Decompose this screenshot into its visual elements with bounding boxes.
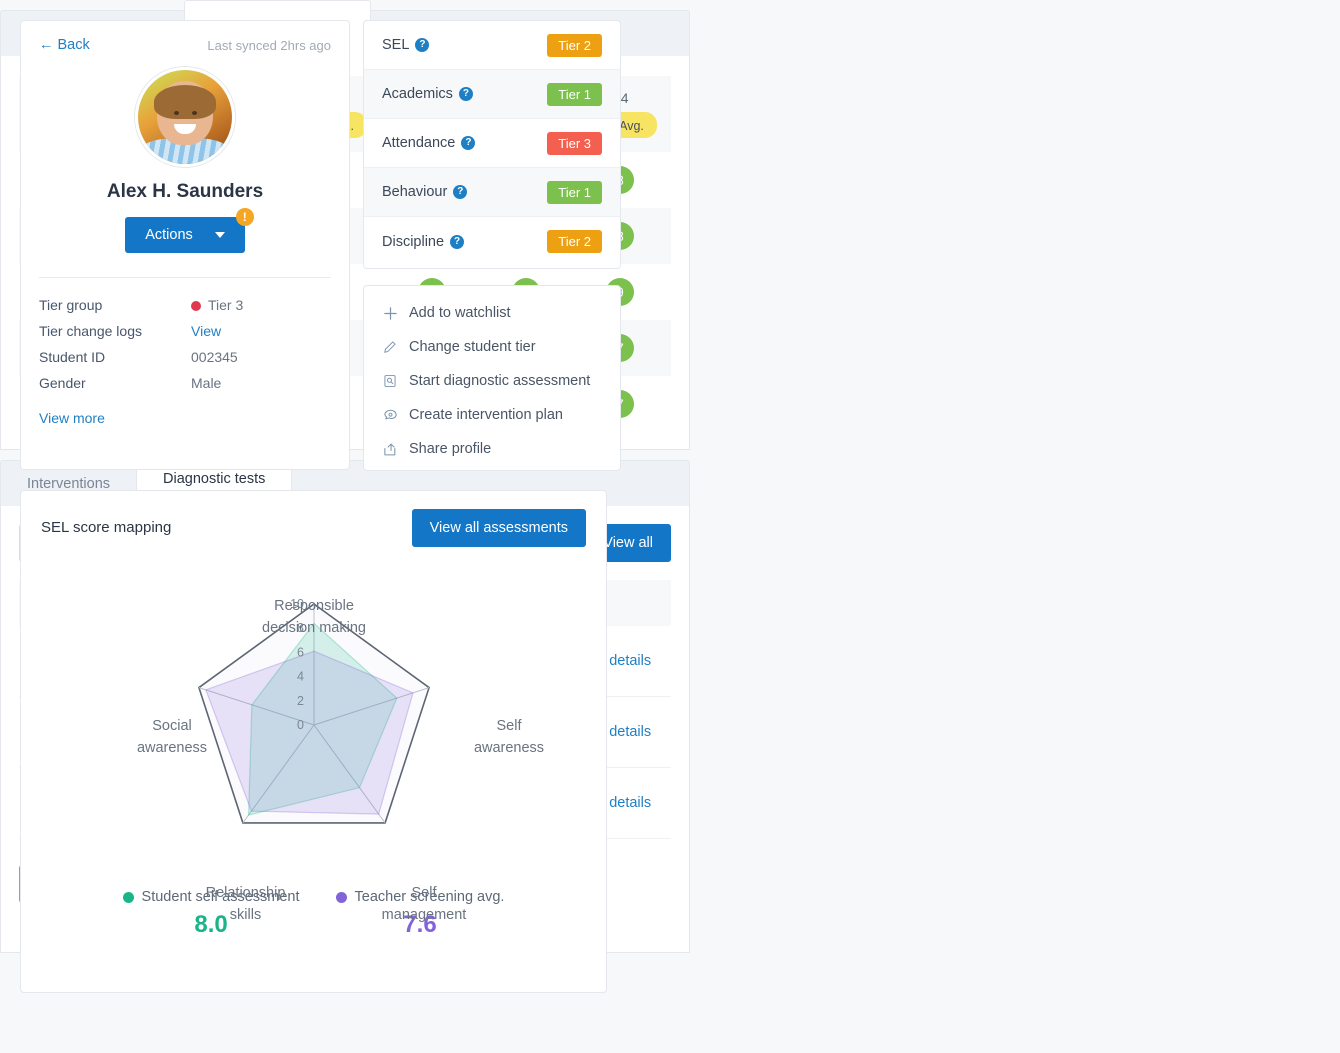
student-meta-list: Tier group Tier 3 Tier change logs View Stud… xyxy=(21,278,349,396)
avatar xyxy=(135,67,235,167)
tier-badge: Tier 1 xyxy=(547,82,602,106)
sel-title: SEL score mapping xyxy=(41,519,172,536)
tier-name: SEL? xyxy=(382,37,430,53)
legend-color-dot xyxy=(122,891,134,903)
quick-action-start-diagnostic-assessment[interactable]: Start diagnostic assessment xyxy=(364,364,620,398)
tier-badge: Tier 2 xyxy=(547,230,602,253)
back-button[interactable]: ← Back xyxy=(39,37,90,53)
view-more-link[interactable]: View more xyxy=(21,396,349,426)
tier-name-label: Attendance xyxy=(382,135,456,151)
svg-text:4: 4 xyxy=(297,670,304,684)
last-synced-text: Last synced 2hrs ago xyxy=(207,37,331,53)
share-icon xyxy=(382,441,398,457)
avatar-container xyxy=(21,67,349,167)
tier-row-attendance[interactable]: Attendance? Tier 3 xyxy=(364,119,620,168)
quick-action-label: Add to watchlist xyxy=(409,305,511,321)
tier-name: Academics? xyxy=(382,86,473,102)
help-icon[interactable]: ? xyxy=(458,87,473,101)
meta-row: Tier change logs View xyxy=(39,318,331,344)
quick-action-label: Share profile xyxy=(409,441,492,457)
radar-axis-label-social-awareness: Social awareness xyxy=(136,718,208,757)
meta-label: Tier group xyxy=(39,297,103,313)
radar-axis-label-relationship-skills: Relationship skills xyxy=(205,885,286,924)
meta-value-text: Male xyxy=(191,375,222,391)
quick-action-label: Change student tier xyxy=(409,339,536,355)
quick-action-label: Start diagnostic assessment xyxy=(409,373,591,389)
tier-name-label: Discipline xyxy=(382,233,445,250)
tier-badge: Tier 2 xyxy=(547,33,602,57)
tier-row-sel[interactable]: SEL? Tier 2 xyxy=(364,21,620,70)
meta-value: Male xyxy=(191,375,221,391)
meta-value-link[interactable]: View xyxy=(191,323,221,339)
tier-badge: Tier 3 xyxy=(547,131,602,155)
quick-action-create-intervention-plan[interactable]: Create intervention plan xyxy=(364,398,620,432)
document-search-icon xyxy=(382,373,398,389)
pencil-icon xyxy=(382,339,398,355)
plus-icon xyxy=(382,305,398,321)
svg-text:6: 6 xyxy=(297,645,304,659)
tier-rows: SEL? Tier 2 Academics? Tier 1 Attendance? Tie… xyxy=(364,21,620,266)
quick-action-change-student-tier[interactable]: Change student tier xyxy=(364,330,620,364)
quick-action-share-profile[interactable]: Share profile xyxy=(364,432,620,466)
back-label: Back xyxy=(57,37,90,53)
actions-button[interactable]: Actions ! xyxy=(125,208,254,253)
meta-value: Tier 3 xyxy=(191,297,243,313)
meta-row: Student ID 002345 xyxy=(39,344,331,370)
tier-name-label: Academics xyxy=(382,86,453,102)
alert-badge: ! xyxy=(235,208,254,226)
legend-color-dot xyxy=(335,891,347,903)
tier-name: Discipline? xyxy=(382,233,465,250)
actions-container: Actions ! xyxy=(21,208,349,253)
radar-axis-label-responsible-decision-making: Responsible decision making xyxy=(262,598,366,637)
actions-label: Actions xyxy=(145,227,193,243)
speech-bubble-icon xyxy=(382,407,398,423)
meta-label: Student ID xyxy=(39,349,106,365)
session-avg-suffix: Avg. xyxy=(619,119,644,133)
help-icon[interactable]: ? xyxy=(450,234,465,249)
profile-header: ← Back Last synced 2hrs ago xyxy=(21,21,349,53)
radar-chart: 0246810 xyxy=(197,597,431,824)
tier-name: Behaviour? xyxy=(382,184,468,200)
meta-label: Gender xyxy=(39,375,86,391)
svg-text:0: 0 xyxy=(297,718,304,732)
quick-action-label: Create intervention plan xyxy=(409,407,563,423)
quick-actions-list: Add to watchlist Change student tier Start… xyxy=(364,296,620,466)
svg-text:2: 2 xyxy=(297,694,304,708)
help-icon[interactable]: ? xyxy=(461,136,476,150)
quick-actions-card: Add to watchlist Change student tier Start… xyxy=(363,285,621,471)
meta-value-text: 002345 xyxy=(191,349,238,365)
radar-axis-label-self-management: Self management xyxy=(381,885,467,924)
avatar-hair xyxy=(154,85,216,120)
tier-row-academics[interactable]: Academics? Tier 1 xyxy=(364,70,620,119)
meta-value-text: Tier 3 xyxy=(208,297,244,313)
student-profile-page: ← Back Last synced 2hrs ago Alex H. Saund… xyxy=(0,0,1340,1053)
meta-value: 002345 xyxy=(191,349,238,365)
meta-value-text: View xyxy=(191,323,222,339)
tier-name-label: SEL xyxy=(382,37,410,53)
tier-status-dot xyxy=(191,301,201,312)
chevron-down-icon xyxy=(214,232,225,238)
tier-summary-card: SEL? Tier 2 Academics? Tier 1 Attendance? Tie… xyxy=(363,20,621,269)
meta-label: Tier change logs xyxy=(39,323,142,339)
tier-name-label: Behaviour xyxy=(382,184,448,200)
tier-row-behaviour[interactable]: Behaviour? Tier 1 xyxy=(364,168,620,217)
sel-score-mapping-card: SEL score mapping View all assessments 0… xyxy=(20,490,607,993)
help-icon[interactable]: ? xyxy=(453,185,468,199)
student-name: Alex H. Saunders xyxy=(106,181,264,202)
radar-axis-label-self-awareness: Self awareness xyxy=(473,718,545,757)
radar-chart-area: 0 2 4 6 8 10 Responsible decision making Self a… xyxy=(21,543,608,923)
student-profile-card: ← Back Last synced 2hrs ago Alex H. Saund… xyxy=(20,20,350,470)
quick-action-add-to-watchlist[interactable]: Add to watchlist xyxy=(364,296,620,330)
sel-header: SEL score mapping View all assessments xyxy=(21,491,606,547)
tier-name: Attendance? xyxy=(382,135,476,151)
meta-row: Tier group Tier 3 xyxy=(39,292,331,318)
meta-row: Gender Male xyxy=(39,370,331,396)
help-icon[interactable]: ? xyxy=(415,38,430,52)
tier-row-discipline[interactable]: Discipline? Tier 2 xyxy=(364,217,620,266)
view-all-assessments-button[interactable]: View all assessments xyxy=(411,509,586,547)
tier-badge: Tier 1 xyxy=(547,180,602,204)
back-arrow-icon: ← xyxy=(39,37,54,53)
